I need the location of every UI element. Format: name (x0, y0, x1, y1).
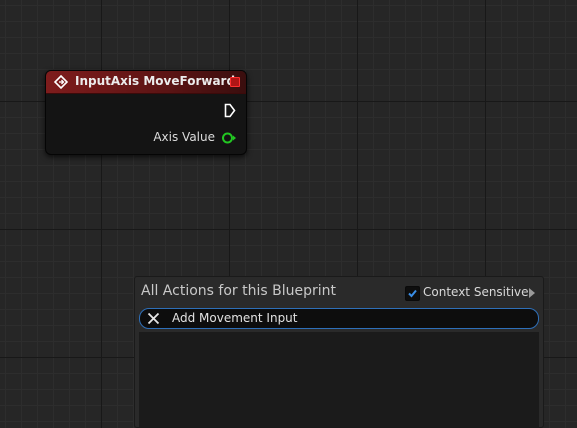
exec-output-pin[interactable] (224, 103, 236, 118)
axis-value-pin[interactable] (221, 131, 237, 145)
action-menu-title: All Actions for this Blueprint (141, 283, 336, 299)
results-list[interactable] (139, 332, 539, 427)
clear-search-icon[interactable] (147, 312, 160, 325)
context-sensitive-checkbox[interactable] (405, 286, 420, 301)
checkmark-icon (408, 289, 417, 298)
context-sensitive-label: Context Sensitive (423, 285, 529, 299)
expand-arrow-icon[interactable] (529, 288, 535, 298)
delegate-pin[interactable] (230, 77, 240, 87)
axis-value-label: Axis Value (153, 130, 215, 144)
action-menu: All Actions for this Blueprint Context S… (134, 276, 544, 428)
node-title: InputAxis MoveForward (75, 74, 236, 88)
search-input[interactable]: Add Movement Input (139, 308, 539, 329)
input-axis-node[interactable]: InputAxis MoveForward Axis Value (45, 70, 247, 155)
input-event-icon (54, 75, 68, 89)
node-header[interactable]: InputAxis MoveForward (46, 71, 246, 94)
search-input-value: Add Movement Input (172, 311, 298, 325)
